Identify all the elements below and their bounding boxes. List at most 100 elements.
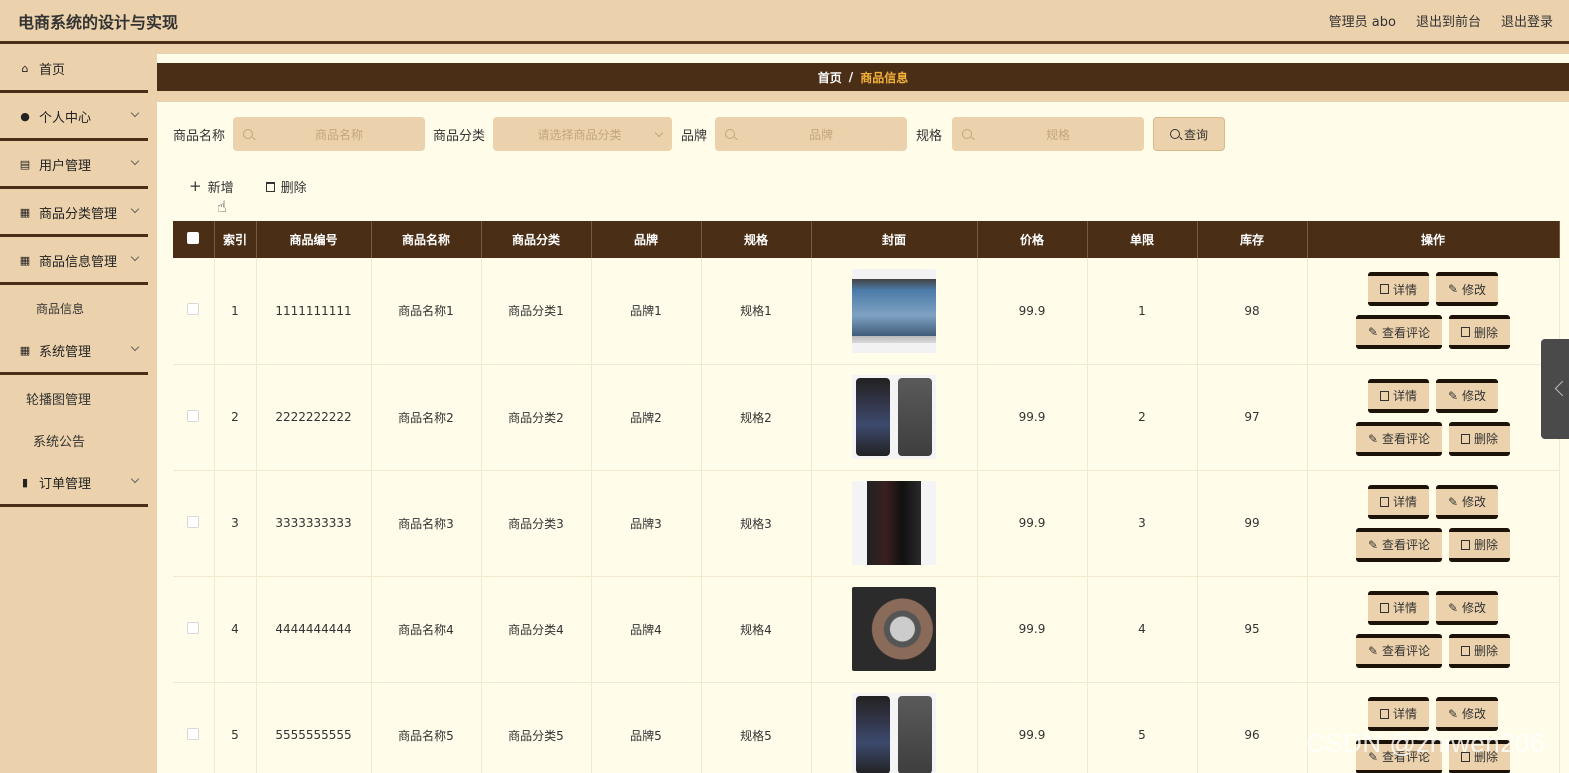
sidebar-subitem-product-info[interactable]: 商品信息 bbox=[0, 287, 152, 329]
row-checkbox[interactable] bbox=[187, 515, 200, 528]
sidebar-subitem-carousel[interactable]: 轮播图管理 bbox=[0, 377, 152, 419]
sidebar-item-order-management[interactable]: ▮ 订单管理 bbox=[0, 461, 148, 507]
document-icon bbox=[1379, 708, 1389, 719]
delete-label: 删除 bbox=[1474, 432, 1499, 446]
sidebar-subitem-announcement[interactable]: 系统公告 bbox=[0, 419, 152, 461]
cell-price: 99.9 bbox=[977, 364, 1088, 471]
edit-button[interactable]: ✎ 修改 bbox=[1435, 272, 1499, 307]
product-cover-image[interactable] bbox=[852, 587, 936, 671]
row-checkbox[interactable] bbox=[187, 409, 200, 422]
detail-label: 详情 bbox=[1392, 389, 1417, 403]
cell-index: 4 bbox=[214, 576, 257, 683]
view-comments-button[interactable]: ✎ 查看评论 bbox=[1355, 315, 1443, 350]
breadcrumb-underline bbox=[157, 91, 1569, 102]
comments-label: 查看评论 bbox=[1382, 644, 1431, 658]
product-cover-image[interactable] bbox=[852, 268, 936, 353]
detail-button[interactable]: 详情 bbox=[1367, 378, 1429, 413]
delete-button[interactable]: 删除 bbox=[1449, 527, 1511, 562]
chevron-down-icon bbox=[130, 108, 140, 118]
edit-label: 修改 bbox=[1462, 282, 1487, 297]
query-button[interactable]: 查询 bbox=[1153, 117, 1226, 151]
cell-code: 4444444444 bbox=[256, 576, 372, 683]
edit-button[interactable]: ✎ 修改 bbox=[1435, 696, 1499, 731]
delete-button[interactable]: 删除 bbox=[1449, 421, 1511, 456]
category-select[interactable]: 请选择商品分类 bbox=[493, 117, 673, 151]
cell-stock: 96 bbox=[1197, 682, 1308, 773]
chevron-down-icon bbox=[130, 204, 140, 214]
add-button[interactable]: + 新增 bbox=[189, 177, 234, 197]
edit-label: 修改 bbox=[1462, 601, 1487, 615]
delete-button-label: 删除 bbox=[280, 181, 307, 196]
trash-icon bbox=[1461, 645, 1471, 656]
cell-code: 3333333333 bbox=[256, 470, 372, 577]
sidebar-item-system-management[interactable]: ▦ 系统管理 bbox=[0, 329, 148, 375]
sidebar-item-product-management[interactable]: ▦ 商品信息管理 bbox=[0, 239, 148, 285]
document-icon bbox=[1379, 602, 1389, 613]
cell-limit: 2 bbox=[1087, 364, 1198, 471]
detail-button[interactable]: 详情 bbox=[1367, 590, 1429, 625]
column-header: 库存 bbox=[1197, 221, 1308, 258]
cell-price: 99.9 bbox=[977, 258, 1088, 365]
spec-label: 规格 bbox=[916, 128, 943, 144]
table-header-row: 索引 商品编号 商品名称 商品分类 品牌 规格 封面 价格 单限 库存 操作 bbox=[173, 221, 1560, 258]
name-search-input[interactable]: 商品名称 bbox=[233, 117, 426, 151]
chevron-down-icon bbox=[654, 128, 664, 137]
cell-price: 99.9 bbox=[977, 682, 1088, 773]
cell-stock: 98 bbox=[1197, 258, 1308, 365]
detail-button[interactable]: 详情 bbox=[1367, 484, 1429, 519]
logout-link[interactable]: 退出登录 bbox=[1501, 11, 1553, 30]
brand-search-input[interactable]: 品牌 bbox=[715, 117, 908, 151]
front-page-link[interactable]: 退出到前台 bbox=[1416, 11, 1481, 30]
brand-placeholder: 品牌 bbox=[809, 127, 834, 142]
cell-category: 商品分类3 bbox=[481, 470, 592, 577]
sidebar: ⌂ 首页 ● 个人中心 ▤ 用户管理 ▦ 商品分类管理 ▦ 商品信息管理 商品信… bbox=[0, 47, 152, 773]
sidebar-item-category-management[interactable]: ▦ 商品分类管理 bbox=[0, 191, 148, 237]
top-header: 电商系统的设计与实现 管理员 abo 退出到前台 退出登录 bbox=[0, 0, 1569, 44]
cell-code: 1111111111 bbox=[256, 258, 372, 365]
delete-button[interactable]: 删除 bbox=[1449, 315, 1511, 350]
side-drawer-toggle[interactable] bbox=[1541, 339, 1569, 439]
edit-button[interactable]: ✎ 修改 bbox=[1435, 590, 1499, 625]
view-comments-button[interactable]: ✎ 查看评论 bbox=[1355, 421, 1443, 456]
product-cover-image[interactable] bbox=[852, 375, 936, 459]
product-cover-image[interactable] bbox=[852, 693, 936, 773]
search-icon bbox=[962, 129, 973, 139]
row-checkbox[interactable] bbox=[187, 727, 200, 740]
detail-label: 详情 bbox=[1392, 282, 1417, 297]
batch-delete-button[interactable]: 删除 bbox=[265, 177, 307, 196]
row-checkbox[interactable] bbox=[187, 303, 200, 316]
cell-code: 2222222222 bbox=[256, 364, 372, 471]
cell-limit: 4 bbox=[1087, 576, 1198, 683]
view-comments-button[interactable]: ✎ 查看评论 bbox=[1355, 527, 1443, 562]
breadcrumb-home[interactable]: 首页 bbox=[818, 69, 842, 86]
cell-brand: 品牌4 bbox=[591, 576, 702, 683]
comments-label: 查看评论 bbox=[1382, 538, 1431, 552]
pencil-icon: ✎ bbox=[1447, 494, 1459, 509]
select-all-checkbox[interactable] bbox=[187, 232, 200, 244]
product-cover-image[interactable] bbox=[852, 481, 936, 565]
view-comments-button[interactable]: ✎ 查看评论 bbox=[1355, 633, 1443, 668]
sidebar-item-home[interactable]: ⌂ 首页 bbox=[0, 47, 148, 93]
cell-spec: 规格5 bbox=[701, 682, 812, 773]
edit-button[interactable]: ✎ 修改 bbox=[1435, 378, 1499, 413]
edit-button[interactable]: ✎ 修改 bbox=[1435, 484, 1499, 519]
pencil-icon: ✎ bbox=[1367, 431, 1379, 446]
cell-brand: 品牌5 bbox=[591, 682, 702, 773]
cell-limit: 5 bbox=[1087, 682, 1198, 773]
main-content: 首页 / 商品信息 商品名称 商品名称 商品分类 请选择商品分类 品牌 品牌 规… bbox=[157, 47, 1569, 773]
row-checkbox[interactable] bbox=[187, 621, 200, 634]
brand-label: 品牌 bbox=[681, 128, 708, 144]
header-links: 管理员 abo 退出到前台 退出登录 bbox=[1329, 11, 1553, 30]
detail-button[interactable]: 详情 bbox=[1367, 272, 1429, 307]
detail-button[interactable]: 详情 bbox=[1367, 696, 1429, 731]
sidebar-item-personal-center[interactable]: ● 个人中心 bbox=[0, 95, 148, 141]
sidebar-item-user-management[interactable]: ▤ 用户管理 bbox=[0, 143, 148, 189]
cell-category: 商品分类4 bbox=[481, 576, 592, 683]
cell-spec: 规格3 bbox=[701, 470, 812, 577]
breadcrumb: 首页 / 商品信息 bbox=[157, 63, 1569, 91]
trash-icon bbox=[265, 181, 275, 192]
delete-button[interactable]: 删除 bbox=[1449, 633, 1511, 668]
spec-search-input[interactable]: 规格 bbox=[952, 117, 1145, 151]
select-all-cell bbox=[173, 221, 215, 258]
sidebar-item-label: 用户管理 bbox=[39, 159, 92, 174]
